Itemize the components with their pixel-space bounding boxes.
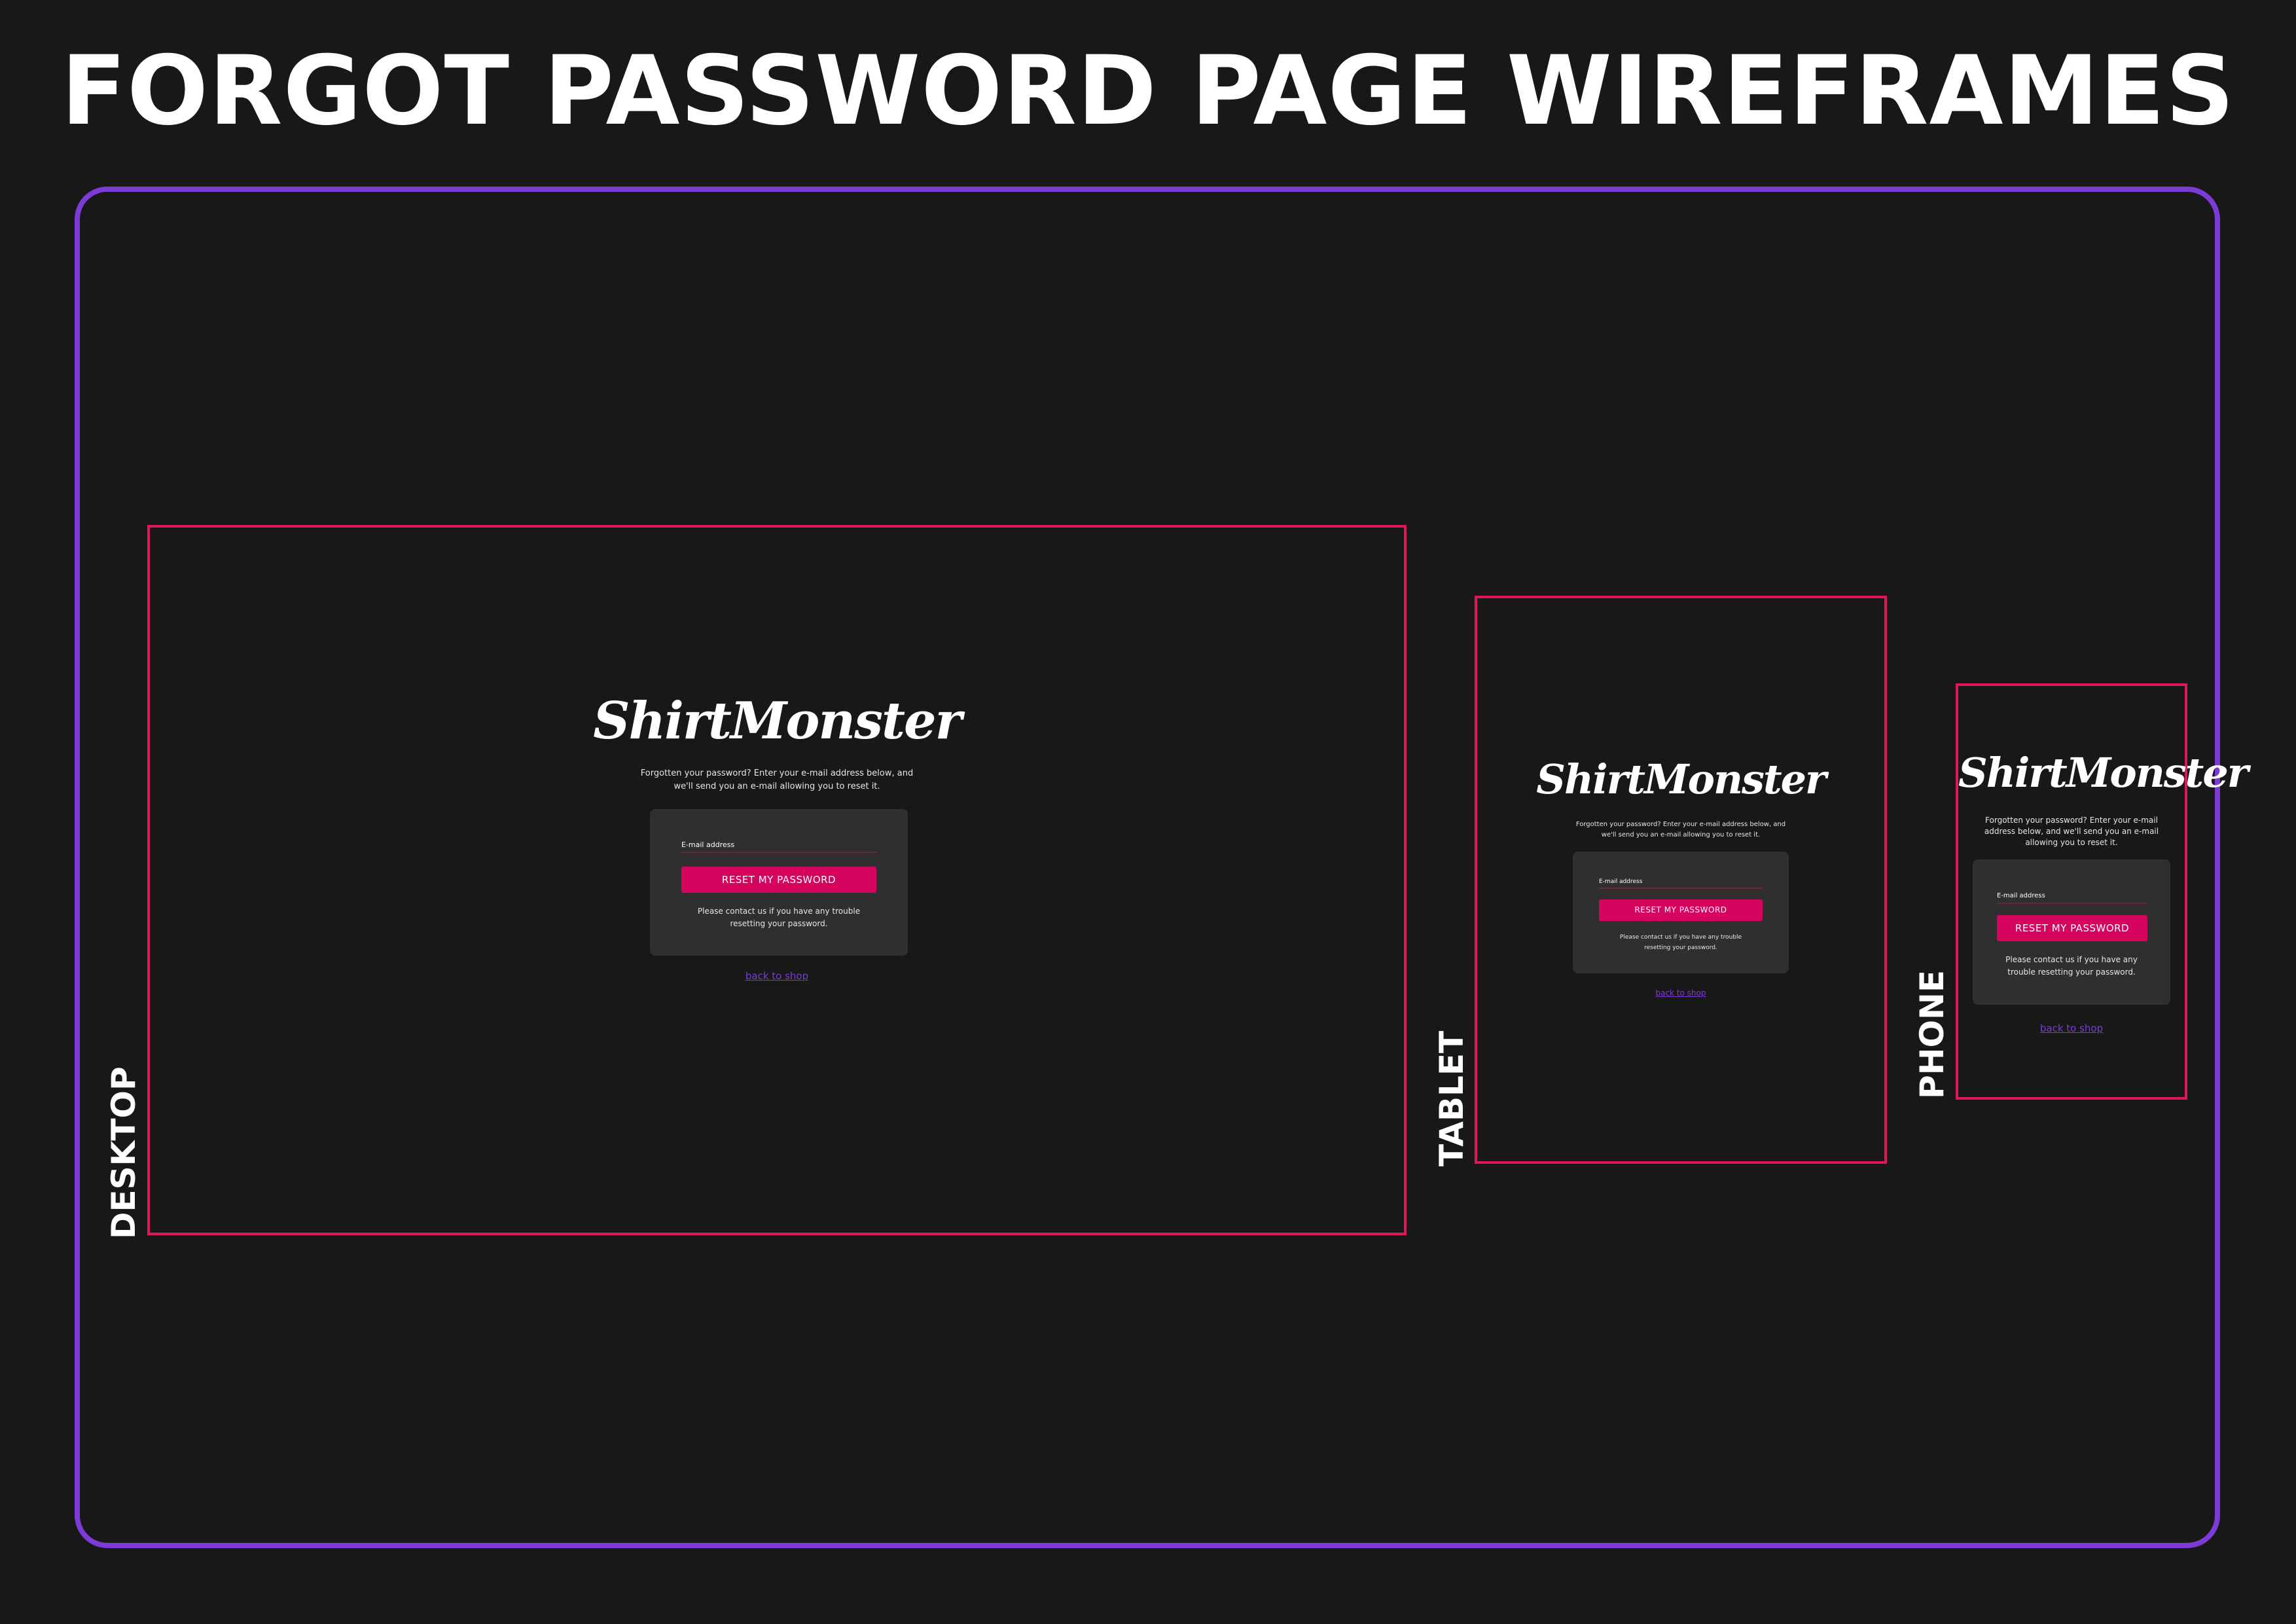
desktop-label: DESKTOP bbox=[105, 1066, 143, 1239]
phone-help-text: Please contact us if you have any troubl… bbox=[2005, 955, 2138, 977]
tablet-back-to-shop-link[interactable]: back to shop bbox=[1477, 988, 1884, 998]
desktop-reset-password-button[interactable]: RESET MY PASSWORD bbox=[681, 867, 876, 893]
desktop-frame: ShirtMonster Forgotten your password? En… bbox=[147, 525, 1407, 1235]
phone-email-input[interactable] bbox=[1997, 903, 2147, 904]
desktop-back-to-shop-link[interactable]: back to shop bbox=[150, 970, 1404, 982]
phone-label: PHONE bbox=[1913, 970, 1951, 1099]
desktop-screen: ShirtMonster Forgotten your password? En… bbox=[150, 528, 1404, 1233]
phone-back-to-shop-link[interactable]: back to shop bbox=[1958, 1022, 2185, 1034]
tablet-frame: ShirtMonster Forgotten your password? En… bbox=[1475, 596, 1887, 1164]
tablet-screen: ShirtMonster Forgotten your password? En… bbox=[1477, 598, 1884, 1161]
phone-screen: ShirtMonster Forgotten your password? En… bbox=[1958, 686, 2248, 1097]
tablet-reset-password-button[interactable]: RESET MY PASSWORD bbox=[1599, 899, 1763, 921]
tablet-help-text: Please contact us if you have any troubl… bbox=[1619, 934, 1742, 951]
tablet-label: TABLET bbox=[1433, 1030, 1471, 1166]
phone-intro-text: Forgotten your password? Enter your e-ma… bbox=[1984, 816, 2159, 847]
desktop-logo: ShirtMonster bbox=[593, 691, 962, 751]
phone-reset-password-button[interactable]: RESET MY PASSWORD bbox=[1997, 915, 2147, 941]
desktop-form-card: E-mail address RESET MY PASSWORD Please … bbox=[650, 809, 908, 956]
page-title: FORGOT PASSWORD PAGE WIREFRAMES bbox=[61, 35, 2235, 147]
tablet-email-input[interactable] bbox=[1599, 888, 1763, 889]
tablet-email-label: E-mail address bbox=[1599, 878, 1643, 885]
phone-logo: ShirtMonster bbox=[1958, 749, 2248, 797]
tablet-intro-text: Forgotten your password? Enter your e-ma… bbox=[1575, 821, 1786, 839]
phone-form-card: E-mail address RESET MY PASSWORD Please … bbox=[1973, 859, 2170, 1005]
desktop-intro-text: Forgotten your password? Enter your e-ma… bbox=[640, 768, 914, 791]
tablet-logo: ShirtMonster bbox=[1536, 755, 1826, 803]
tablet-form-card: E-mail address RESET MY PASSWORD Please … bbox=[1573, 852, 1789, 973]
desktop-email-label: E-mail address bbox=[681, 840, 735, 849]
desktop-help-text: Please contact us if you have any troubl… bbox=[697, 907, 861, 928]
phone-email-label: E-mail address bbox=[1997, 892, 2045, 899]
phone-frame: ShirtMonster Forgotten your password? En… bbox=[1956, 683, 2248, 1100]
desktop-email-input[interactable] bbox=[681, 852, 876, 853]
